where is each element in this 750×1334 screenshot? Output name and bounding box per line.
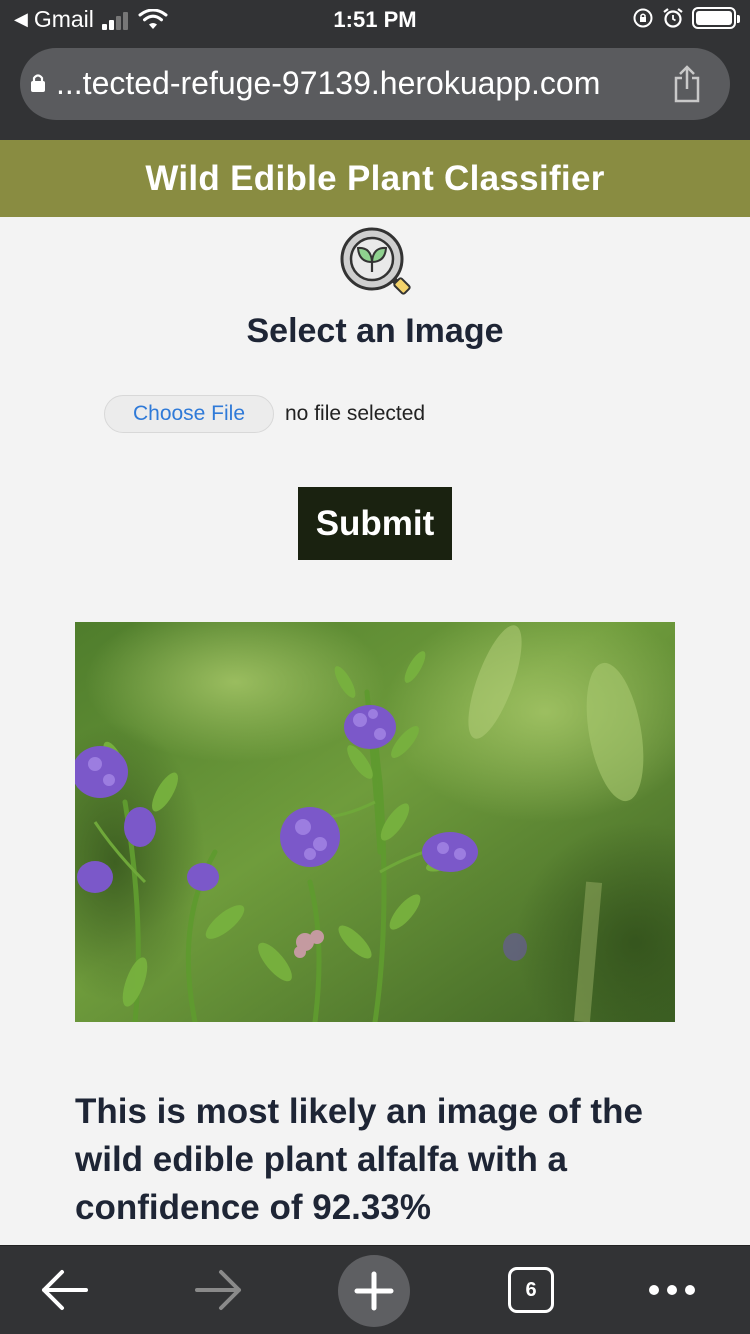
more-menu-button[interactable] xyxy=(640,1258,704,1322)
magnifier-leaf-icon xyxy=(340,227,411,295)
more-dots-icon xyxy=(649,1285,695,1295)
battery-icon xyxy=(692,7,740,29)
browser-toolbar: 6 xyxy=(0,1245,750,1334)
file-status: no file selected xyxy=(285,402,426,425)
new-tab-button[interactable] xyxy=(338,1255,410,1327)
classification-result: This is most likely an image of the wild… xyxy=(75,1092,643,1227)
browser-chrome: ...tected-refuge-97139.herokuapp.com xyxy=(0,40,750,140)
choose-file-button[interactable]: Choose File xyxy=(104,395,274,433)
submit-button[interactable]: Submit xyxy=(298,487,452,560)
share-icon[interactable] xyxy=(670,64,704,104)
forward-button[interactable] xyxy=(187,1258,251,1322)
file-input[interactable]: Choose File no file selected xyxy=(104,395,425,433)
url-text[interactable]: ...tected-refuge-97139.herokuapp.com xyxy=(56,65,600,102)
select-image-heading: Select an Image xyxy=(246,312,504,350)
alarm-icon xyxy=(663,8,683,28)
page-header: Wild Edible Plant Classifier xyxy=(0,140,750,217)
status-bar: ◀ Gmail 1:51 PM xyxy=(0,0,750,40)
orientation-lock-icon xyxy=(633,8,653,28)
plus-icon xyxy=(354,1271,394,1311)
arrow-right-icon xyxy=(195,1270,241,1310)
uploaded-plant-photo xyxy=(75,622,675,1022)
page-title: Wild Edible Plant Classifier xyxy=(145,158,605,198)
arrow-left-icon xyxy=(42,1270,88,1310)
lock-icon xyxy=(31,74,45,92)
status-right xyxy=(632,7,740,29)
address-bar[interactable]: ...tected-refuge-97139.herokuapp.com xyxy=(20,48,730,120)
back-button[interactable] xyxy=(32,1258,96,1322)
tab-count: 6 xyxy=(508,1267,554,1313)
tab-switcher-button[interactable]: 6 xyxy=(499,1258,563,1322)
